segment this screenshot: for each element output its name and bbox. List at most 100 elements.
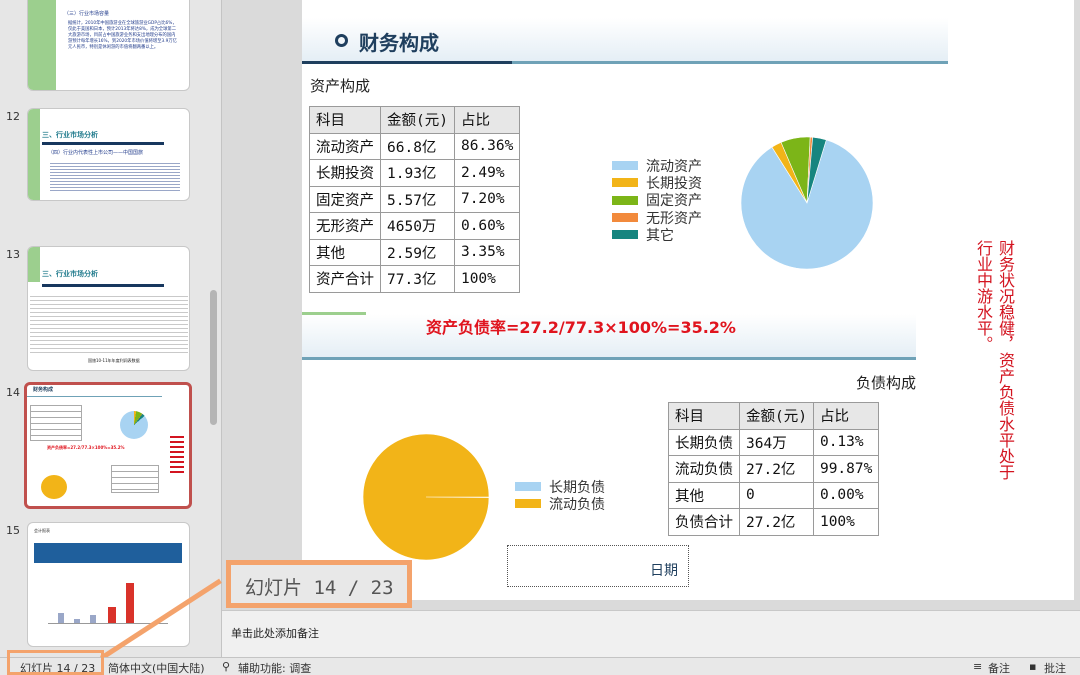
formula-underline bbox=[302, 357, 916, 360]
thumb-formula: 资产负债率=27.2/77.3×100%=35.2% bbox=[47, 445, 125, 450]
slide-thumbnail-panel[interactable]: （三）行业市场容量 据统计，2010年中国旅游业在全球旅游业GDP占比6%，仅此… bbox=[0, 0, 222, 657]
comments-toggle[interactable]: 批注 bbox=[1044, 660, 1066, 675]
thumb-title-bar bbox=[27, 396, 162, 397]
liability-table-cell[interactable]: 364万 bbox=[739, 428, 814, 456]
asset-table-cell[interactable]: 其他 bbox=[309, 238, 381, 266]
thumb-title-bar bbox=[42, 284, 164, 287]
sidebar-scrollbar[interactable] bbox=[210, 290, 217, 425]
asset-table-cell[interactable]: 无形资产 bbox=[309, 212, 381, 240]
notes-placeholder[interactable]: 单击此处添加备注 bbox=[231, 625, 319, 641]
notes-pane[interactable]: 单击此处添加备注 bbox=[222, 610, 1080, 657]
asset-legend: 流动资产 长期投资 固定资产 无形资产 其它 bbox=[612, 157, 702, 244]
slide-thumbnail-14[interactable]: 财务构成 资产负债率=27.2/77.3×100%=35.2% bbox=[24, 382, 192, 509]
liability-table-row[interactable]: 长期负债 364万 0.13% bbox=[668, 428, 880, 456]
accessibility-status[interactable]: 辅助功能: 调查 bbox=[238, 660, 311, 675]
accessibility-icon[interactable]: ⚲ bbox=[222, 660, 230, 673]
liability-table-cell[interactable]: 长期负债 bbox=[668, 428, 740, 456]
thumb-title: 三、行业市场分析 bbox=[42, 270, 98, 278]
thumb-bar bbox=[108, 607, 116, 623]
pie-slice-流动负债 bbox=[362, 433, 490, 561]
liability-table-cell[interactable]: 负债合计 bbox=[668, 508, 740, 536]
legend-swatch bbox=[515, 482, 541, 492]
asset-table-cell[interactable]: 77.3亿 bbox=[380, 265, 455, 293]
slide-canvas[interactable]: 财务构成 资产构成 科目 金额(元) 占比 流动资产 66.8亿 86.36% 长期投资 1.… bbox=[302, 0, 1074, 600]
liability-table-cell[interactable]: 其他 bbox=[668, 481, 740, 509]
liability-table-cell[interactable]: 99.87% bbox=[812, 455, 880, 483]
asset-table-cell[interactable]: 86.36% bbox=[453, 132, 521, 160]
legend-swatch bbox=[612, 178, 638, 188]
liability-table-cell[interactable]: 0.00% bbox=[812, 481, 880, 509]
asset-table-cell[interactable]: 7.20% bbox=[453, 185, 521, 213]
slide-title[interactable]: 财务构成 bbox=[359, 27, 439, 56]
thumb-pie-chart bbox=[120, 411, 148, 439]
asset-table-row[interactable]: 固定资产 5.57亿 7.20% bbox=[309, 185, 521, 213]
asset-table-cell[interactable]: 2.59亿 bbox=[380, 238, 455, 266]
liability-table-cell[interactable]: 流动负债 bbox=[668, 455, 740, 483]
asset-table[interactable]: 科目 金额(元) 占比 流动资产 66.8亿 86.36% 长期投资 1.93亿 2.49% 固定… bbox=[309, 106, 521, 293]
slide-thumbnail-15[interactable]: 会计报表 bbox=[27, 522, 190, 647]
language-indicator[interactable]: 简体中文(中国大陆) bbox=[108, 660, 205, 675]
thumb-caption: 国旅10-11年年度利润表数据 bbox=[88, 358, 140, 363]
asset-table-cell[interactable]: 固定资产 bbox=[309, 185, 381, 213]
legend-item: 无形资产 bbox=[612, 209, 702, 227]
notes-icon[interactable]: ≡ bbox=[973, 660, 982, 673]
liability-table-row[interactable]: 其他 0 0.00% bbox=[668, 481, 880, 509]
asset-table-cell[interactable]: 0.60% bbox=[453, 212, 521, 240]
legend-item: 固定资产 bbox=[612, 192, 702, 209]
asset-table-row[interactable]: 长期投资 1.93亿 2.49% bbox=[309, 159, 521, 187]
asset-table-cell[interactable]: 科目 bbox=[309, 106, 381, 134]
date-placeholder[interactable]: 日期 bbox=[507, 545, 689, 587]
asset-table-cell[interactable]: 66.8亿 bbox=[380, 132, 455, 160]
liability-table-header-row[interactable]: 科目 金额(元) 占比 bbox=[668, 402, 880, 430]
legend-item: 长期投资 bbox=[612, 174, 702, 192]
asset-table-cell[interactable]: 3.35% bbox=[453, 238, 521, 266]
thumb-banner bbox=[34, 543, 182, 563]
thumb-bar bbox=[90, 615, 96, 623]
liability-table-cell[interactable]: 金额(元) bbox=[739, 402, 814, 430]
liability-table-row[interactable]: 负债合计 27.2亿 100% bbox=[668, 508, 880, 536]
asset-table-cell[interactable]: 5.57亿 bbox=[380, 185, 455, 213]
thumb-table bbox=[30, 293, 188, 355]
date-label: 日期 bbox=[650, 563, 678, 579]
asset-table-header-row[interactable]: 科目 金额(元) 占比 bbox=[309, 106, 521, 134]
asset-table-cell[interactable]: 长期投资 bbox=[309, 159, 381, 187]
slide-thumbnail-13[interactable]: 三、行业市场分析 国旅10-11年年度利润表数据 bbox=[27, 246, 190, 371]
legend-label: 流动负债 bbox=[549, 496, 605, 513]
liability-table-cell[interactable]: 占比 bbox=[812, 402, 880, 430]
asset-table-row[interactable]: 其他 2.59亿 3.35% bbox=[309, 238, 521, 266]
legend-swatch bbox=[612, 213, 638, 223]
liability-table-cell[interactable]: 科目 bbox=[668, 402, 740, 430]
asset-table-cell[interactable]: 4650万 bbox=[380, 212, 455, 240]
comment-icon[interactable]: ▪ bbox=[1029, 660, 1036, 673]
asset-table-cell[interactable]: 资产合计 bbox=[309, 265, 381, 293]
liability-table-cell[interactable]: 0 bbox=[739, 481, 814, 509]
liability-heading[interactable]: 负债构成 bbox=[856, 372, 916, 393]
notes-toggle[interactable]: 备注 bbox=[988, 660, 1010, 675]
thumb-title-bar bbox=[42, 142, 164, 145]
liability-table-cell[interactable]: 0.13% bbox=[812, 428, 880, 456]
liability-table-cell[interactable]: 27.2亿 bbox=[739, 508, 814, 536]
legend-swatch bbox=[612, 195, 638, 205]
debt-ratio-formula[interactable]: 资产负债率=27.2/77.3×100%=35.2% bbox=[426, 314, 736, 338]
summary-vertical-note[interactable]: 财务状况稳健，资产负债水平处于行业中游水平。 bbox=[972, 240, 1016, 480]
asset-heading[interactable]: 资产构成 bbox=[310, 75, 370, 96]
asset-table-cell[interactable]: 2.49% bbox=[453, 159, 521, 187]
legend-label: 其它 bbox=[646, 227, 674, 244]
zoom-callout: 幻灯片 14 / 23 bbox=[226, 560, 412, 608]
slide-thumbnail-11[interactable]: （三）行业市场容量 据统计，2010年中国旅游业在全球旅游业GDP占比6%，仅此… bbox=[27, 0, 190, 91]
slide-editor[interactable]: 财务构成 资产构成 科目 金额(元) 占比 流动资产 66.8亿 86.36% 长期投资 1.… bbox=[222, 0, 1080, 657]
asset-table-cell[interactable]: 1.93亿 bbox=[380, 159, 455, 187]
liability-table-cell[interactable]: 100% bbox=[812, 508, 880, 536]
asset-table-cell[interactable]: 占比 bbox=[453, 106, 521, 134]
asset-pie-chart bbox=[740, 136, 874, 270]
slide-thumbnail-12[interactable]: 三、行业市场分析 （四）行业内代表性上市公司——中国国旅 bbox=[27, 108, 190, 201]
asset-table-row[interactable]: 流动资产 66.8亿 86.36% bbox=[309, 132, 521, 160]
liability-table[interactable]: 科目 金额(元) 占比 长期负债 364万 0.13% 流动负债 27.2亿 99.87% 其他 0… bbox=[668, 402, 880, 536]
asset-table-cell[interactable]: 金额(元) bbox=[380, 106, 455, 134]
asset-table-row[interactable]: 资产合计 77.3亿 100% bbox=[309, 265, 521, 293]
liability-table-row[interactable]: 流动负债 27.2亿 99.87% bbox=[668, 455, 880, 483]
asset-table-cell[interactable]: 流动资产 bbox=[309, 132, 381, 160]
asset-table-cell[interactable]: 100% bbox=[453, 265, 521, 293]
asset-table-row[interactable]: 无形资产 4650万 0.60% bbox=[309, 212, 521, 240]
liability-table-cell[interactable]: 27.2亿 bbox=[739, 455, 814, 483]
